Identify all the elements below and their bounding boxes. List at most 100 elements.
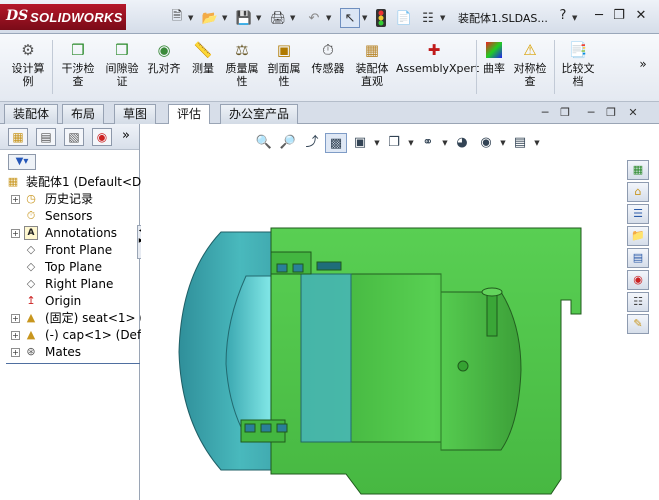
help-button[interactable]: ? xyxy=(554,7,572,25)
mass-properties-label: 质量属性 xyxy=(225,62,259,88)
solidworks-resources-icon[interactable]: ▦ xyxy=(627,160,649,180)
restore-icon[interactable]: ❐ xyxy=(610,7,628,25)
help-dropdown-icon[interactable]: ▼ xyxy=(572,14,577,22)
zoom-to-fit-icon[interactable]: 🔍 xyxy=(253,133,275,153)
view-settings-dropdown-icon[interactable]: ▼ xyxy=(533,139,541,147)
forum-icon[interactable]: ✎ xyxy=(627,314,649,334)
file-explorer-icon[interactable]: 📁 xyxy=(627,226,649,246)
logo-ds: DS xyxy=(6,8,29,24)
tab-restore-icon[interactable]: ❐ xyxy=(558,106,572,120)
filter-icon[interactable]: ▼▾ xyxy=(8,154,36,170)
section-properties-button[interactable]: ▣ 剖面属性 xyxy=(264,38,304,88)
curvature-button[interactable]: 曲率 xyxy=(480,38,508,75)
tree-item-cap[interactable]: + ▲ (-) cap<1> (Defa xyxy=(0,327,149,344)
print-icon[interactable]: 🖨 xyxy=(268,8,288,28)
doc-minimize-icon[interactable]: ─ xyxy=(584,106,598,120)
close-icon[interactable]: ✕ xyxy=(632,7,650,25)
assembly-model-section-view[interactable] xyxy=(141,124,659,500)
history-icon: ◷ xyxy=(26,192,36,205)
tree-item-annotations[interactable]: + A Annotations xyxy=(0,225,140,242)
measure-button[interactable]: 📏 测量 xyxy=(186,38,220,75)
feature-manager-tab-icon[interactable]: ▦ xyxy=(8,128,28,146)
expand-icon[interactable]: + xyxy=(11,229,20,238)
open-dropdown-icon[interactable]: ▼ xyxy=(222,14,227,22)
tab-minimize-icon[interactable]: ─ xyxy=(538,106,552,120)
apply-scene-icon[interactable]: ◉ xyxy=(475,133,497,153)
new-dropdown-icon[interactable]: ▼ xyxy=(188,14,193,22)
tree-item-history[interactable]: + ◷ 历史记录 xyxy=(0,191,140,208)
file-properties-icon[interactable]: 📄 xyxy=(394,8,414,28)
select-icon[interactable]: ↖ xyxy=(340,8,360,28)
tab-sketch[interactable]: 草图 xyxy=(114,104,157,124)
assemblyxpert-button[interactable]: ✚ AssemblyXpert xyxy=(396,38,479,75)
doc-close-icon[interactable]: ✕ xyxy=(626,106,640,120)
configuration-manager-tab-icon[interactable]: ▧ xyxy=(64,128,84,146)
undo-dropdown-icon[interactable]: ▼ xyxy=(326,14,331,22)
hole-alignment-button[interactable]: ◉ 孔对齐 xyxy=(144,38,184,75)
undo-icon[interactable]: ↶ xyxy=(304,8,324,28)
save-icon[interactable]: 💾 xyxy=(234,8,254,28)
clearance-verification-button[interactable]: ❒ 间隙验证 xyxy=(100,38,144,88)
tree-item-mates[interactable]: + ⊛ Mates xyxy=(0,344,140,361)
open-icon[interactable]: 📂 xyxy=(200,8,220,28)
expand-icon[interactable]: + xyxy=(11,195,20,204)
doc-restore-icon[interactable]: ❐ xyxy=(604,106,618,120)
display-style-dropdown-icon[interactable]: ▼ xyxy=(407,139,415,147)
tree-root-label: 装配体1 (Default<Di xyxy=(26,175,145,189)
apply-scene-dropdown-icon[interactable]: ▼ xyxy=(499,139,507,147)
expand-icon[interactable]: + xyxy=(11,348,20,357)
select-dropdown-icon[interactable]: ▼ xyxy=(362,14,367,22)
compare-documents-button[interactable]: 📑 比较文档 xyxy=(558,38,598,88)
tab-layout[interactable]: 布局 xyxy=(62,104,105,124)
tree-root[interactable]: ▦ 装配体1 (Default<Di xyxy=(0,174,145,191)
options-dropdown-icon[interactable]: ▼ xyxy=(440,14,445,22)
clearance-verification-label: 间隙验证 xyxy=(105,62,139,88)
tree-item-right-plane[interactable]: ◇ Right Plane xyxy=(0,276,140,293)
interference-check-button[interactable]: ❒ 干涉检查 xyxy=(56,38,100,88)
hide-show-dropdown-icon[interactable]: ▼ xyxy=(441,139,449,147)
tab-assembly[interactable]: 装配体 xyxy=(4,104,59,124)
home-icon[interactable]: ⌂ xyxy=(627,182,649,202)
view-palette-icon[interactable]: ▤ xyxy=(627,248,649,268)
edit-appearance-icon[interactable]: ◕ xyxy=(451,133,473,153)
view-orientation-dropdown-icon[interactable]: ▼ xyxy=(373,139,381,147)
graphics-area[interactable]: 🔍 🔎 ⤴ ▩ ▣ ▼ ❐ ▼ ⚭ ▼ ◕ ◉ ▼ ▤ ▼ xyxy=(141,124,659,500)
mass-properties-button[interactable]: ⚖ 质量属性 xyxy=(222,38,262,88)
fm-more-icon[interactable]: » xyxy=(122,128,130,143)
view-orientation-icon[interactable]: ▣ xyxy=(349,133,371,153)
save-dropdown-icon[interactable]: ▼ xyxy=(256,14,261,22)
print-dropdown-icon[interactable]: ▼ xyxy=(290,14,295,22)
tab-evaluate[interactable]: 评估 xyxy=(168,104,211,125)
previous-view-icon[interactable]: ⤴ xyxy=(301,133,323,153)
hide-show-items-icon[interactable]: ⚭ xyxy=(417,133,439,153)
display-manager-tab-icon[interactable]: ◉ xyxy=(92,128,112,146)
traffic-light-icon[interactable] xyxy=(374,8,388,28)
ribbon-more-icon[interactable]: » xyxy=(636,58,650,71)
tree-item-top-plane[interactable]: ◇ Top Plane xyxy=(0,259,140,276)
symmetry-check-button[interactable]: ⚠ 对称检查 xyxy=(510,38,550,88)
thread-bottom xyxy=(240,419,288,443)
expand-icon[interactable]: + xyxy=(11,314,20,323)
design-library-icon[interactable]: ☰ xyxy=(627,204,649,224)
tree-item-sensors[interactable]: ⏱ Sensors xyxy=(0,208,140,225)
view-settings-icon[interactable]: ▤ xyxy=(509,133,531,153)
display-style-icon[interactable]: ❐ xyxy=(383,133,405,153)
tree-item-origin[interactable]: ↥ Origin xyxy=(0,293,140,310)
appearances-icon[interactable]: ◉ xyxy=(627,270,649,290)
assembly-visualization-button[interactable]: ▦ 装配体直观 xyxy=(352,38,392,88)
tree-item-seat[interactable]: + ▲ (固定) seat<1> (D xyxy=(0,310,153,327)
tab-office-products[interactable]: 办公室产品 xyxy=(220,104,299,124)
zoom-to-area-icon[interactable]: 🔎 xyxy=(277,133,299,153)
options-icon[interactable]: ☷ xyxy=(418,8,438,28)
design-study-button[interactable]: ⚙ 设计算例 xyxy=(6,38,50,88)
origin-icon: ↥ xyxy=(26,294,36,307)
tree-item-front-plane[interactable]: ◇ Front Plane xyxy=(0,242,140,259)
sensor-button[interactable]: ⏱ 传感器 xyxy=(306,38,350,75)
section-view-icon[interactable]: ▩ xyxy=(325,133,347,153)
minimize-icon[interactable]: ─ xyxy=(590,7,608,25)
expand-icon[interactable]: + xyxy=(11,331,20,340)
solidworks-logo[interactable]: DS SOLIDWORKS xyxy=(0,4,126,30)
custom-properties-icon[interactable]: ☷ xyxy=(627,292,649,312)
new-icon[interactable]: 🗎 xyxy=(168,8,186,28)
property-manager-tab-icon[interactable]: ▤ xyxy=(36,128,56,146)
